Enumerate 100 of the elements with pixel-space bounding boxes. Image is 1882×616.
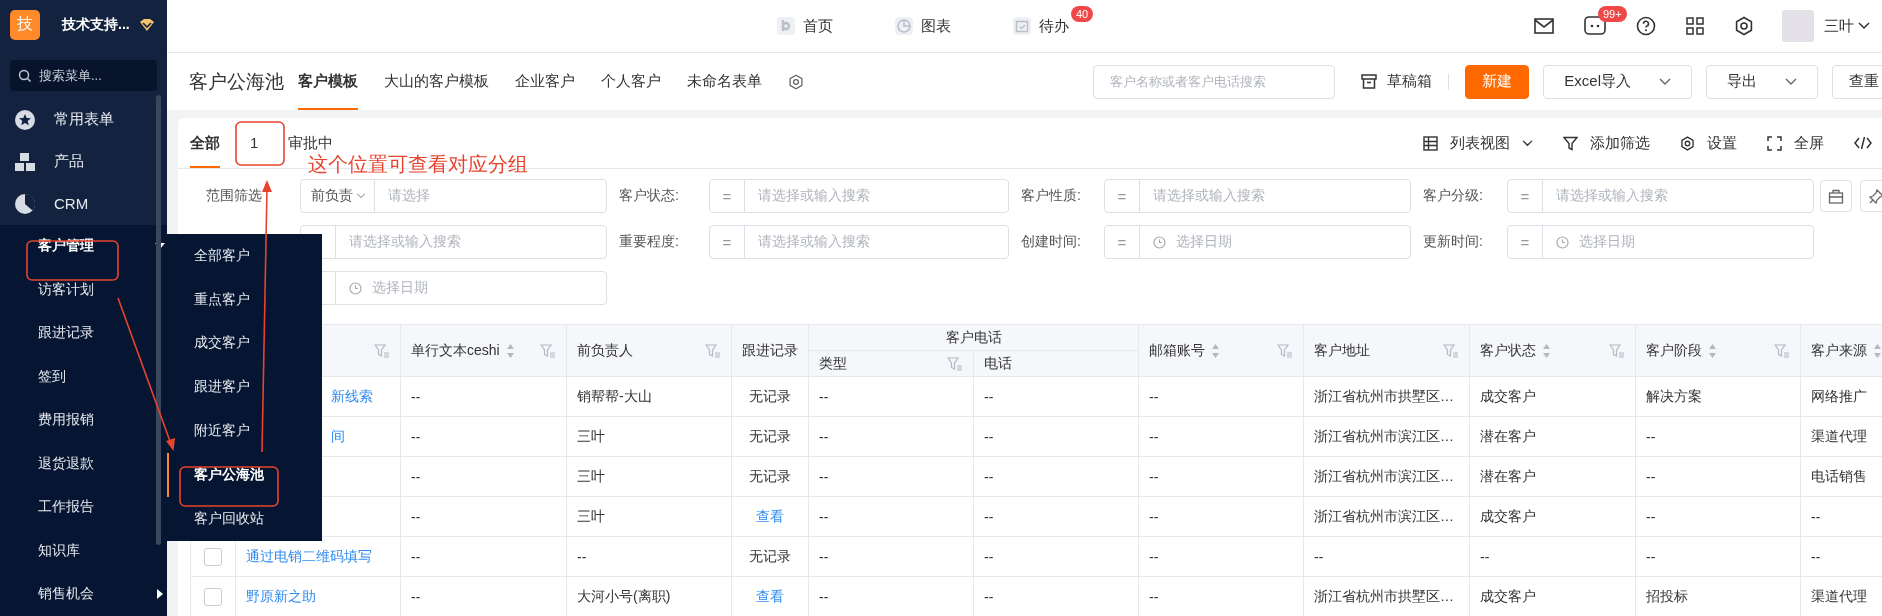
chat-icon[interactable] [1584,16,1606,36]
toolbar-button[interactable]: 添加筛选 [1590,133,1650,153]
table-cell: -- [1646,428,1656,445]
sidebar-item[interactable]: 产品 [54,152,84,172]
sort-icon[interactable] [1211,342,1220,359]
settings-icon [1680,135,1695,151]
column-filter-icon[interactable] [540,343,556,358]
column-header[interactable]: 邮箱账号 [1138,324,1304,377]
filter-tab[interactable]: 1 [250,131,259,155]
org-name[interactable]: 技术支持... [62,15,130,34]
nav-link[interactable]: 图表 [921,16,951,36]
user-menu[interactable]: 三叶 [1824,16,1854,36]
sidebar-subitem[interactable]: 访客计划 [38,280,94,299]
column-header[interactable]: 客户来源 [1800,324,1882,377]
count-badge: 99+ [1598,6,1627,22]
sort-icon[interactable] [1873,342,1882,359]
customer-link[interactable]: 野原新之助 [246,587,316,604]
row-checkbox[interactable] [204,547,222,566]
dedupe-button[interactable]: 查重 [1832,64,1882,99]
toolbar-button[interactable]: 全屏 [1794,133,1824,153]
column-header[interactable]: 单行文本ceshi [400,324,567,377]
clock-icon [1556,235,1569,249]
sidebar-subitem[interactable]: 签到 [38,367,66,386]
code-icon[interactable] [1854,136,1872,150]
sort-icon[interactable] [505,342,515,359]
row-checkbox[interactable] [204,587,222,606]
flyout-item[interactable]: 附近客户 [167,409,322,453]
settings-icon[interactable] [1734,16,1754,36]
archive-icon [1361,74,1378,89]
scrollbar[interactable] [156,94,161,545]
home-icon [777,17,795,35]
flyout-item[interactable]: 客户回收站 [167,496,322,541]
column-header[interactable]: 客户阶段 [1635,324,1801,377]
filter-icon [1563,135,1578,151]
flyout-item[interactable]: 跟进客户 [167,365,322,410]
nav-link[interactable]: 待办 [1039,16,1069,36]
table-cell: -- [577,548,587,565]
column-header[interactable]: 客户状态 [1469,324,1636,377]
table-cell: -- [411,548,421,565]
table-cell: 渠道代理 [1811,587,1867,604]
clock-icon [349,281,362,295]
view-link[interactable]: 查看 [756,587,784,604]
sidebar-subitem[interactable]: 客户管理 [38,237,94,256]
filter-label: 客户分级: [1422,187,1484,205]
toolbox-button[interactable] [1820,180,1852,212]
table-cell: -- [1314,548,1324,565]
column-filter-icon[interactable] [1609,343,1625,358]
table-cell: 渠道代理 [1811,427,1867,444]
column-filter-icon[interactable] [947,356,963,371]
flyout-item[interactable]: 成交客户 [167,321,322,366]
form-tab[interactable]: 未命名表单 [687,53,762,110]
column-filter-icon[interactable] [1443,343,1459,358]
sidebar-item[interactable]: 常用表单 [54,110,114,130]
column-filter-icon[interactable] [1774,343,1790,358]
form-tab[interactable]: 企业客户 [515,53,575,110]
sidebar-subitem[interactable]: 知识库 [38,541,80,560]
table-cell: -- [1149,508,1159,525]
nav-link[interactable]: 首页 [803,16,833,36]
form-tab[interactable]: 客户模板 [298,53,358,110]
column-filter-icon[interactable] [374,343,390,358]
customer-link[interactable]: 间 [331,427,345,444]
toolbar-button[interactable]: 设置 [1707,133,1737,153]
help-icon[interactable] [1636,16,1656,36]
customer-link[interactable]: 新线索 [331,387,373,404]
form-tab[interactable]: 个人客户 [601,53,661,110]
sidebar-item[interactable]: CRM [54,195,89,213]
sidebar-subitem[interactable]: 退货退款 [38,454,94,473]
table-cell: 浙江省杭州市拱墅区… [1314,587,1454,604]
column-header: 前负责人 [566,324,732,377]
table-cell: 成交客户 [1480,587,1536,604]
mail-icon[interactable] [1534,18,1554,34]
filter-field[interactable]: 前负责 请选择 [300,179,607,213]
sidebar-subitem[interactable]: 销售机会 [38,585,94,604]
view-link[interactable]: 查看 [756,507,784,524]
sort-icon[interactable] [1542,342,1551,359]
apps-grid-icon[interactable] [1686,17,1704,35]
table-cell: 潜在客户 [1480,467,1536,484]
avatar[interactable] [1782,10,1814,42]
column-filter-icon[interactable] [705,343,721,358]
table-cell: 浙江省杭州市滨江区… [1314,427,1454,444]
menu-search-field[interactable]: 搜索菜单... [10,59,157,91]
sidebar-subitem[interactable]: 费用报销 [38,411,94,430]
sidebar-subitem[interactable]: 工作报告 [38,498,94,517]
table-cell: -- [819,588,829,605]
search-field[interactable]: 客户名称或者客户电话搜索 [1093,64,1336,99]
toolbar-button[interactable]: 列表视图 [1450,133,1510,153]
filter-tab[interactable]: 审批中 [288,131,334,155]
table-cell: -- [819,388,829,405]
form-tab[interactable]: 大山的客户模板 [384,53,489,110]
filter-tab[interactable]: 全部 [190,118,220,168]
sidebar-subitem[interactable]: 跟进记录 [38,324,94,343]
settings-icon[interactable] [788,73,804,90]
dropdown-button[interactable]: Excel导入 [1543,64,1692,99]
column-filter-icon[interactable] [1277,343,1293,358]
drafts-link[interactable]: 草稿箱 [1387,72,1433,91]
chevron-down-icon [1659,77,1671,86]
dropdown-button[interactable]: 导出 [1706,64,1818,99]
column-header: 电话 [973,350,1139,377]
annotation-text: 这个位置可查看对应分组 [308,152,528,177]
sort-icon[interactable] [1708,342,1717,359]
